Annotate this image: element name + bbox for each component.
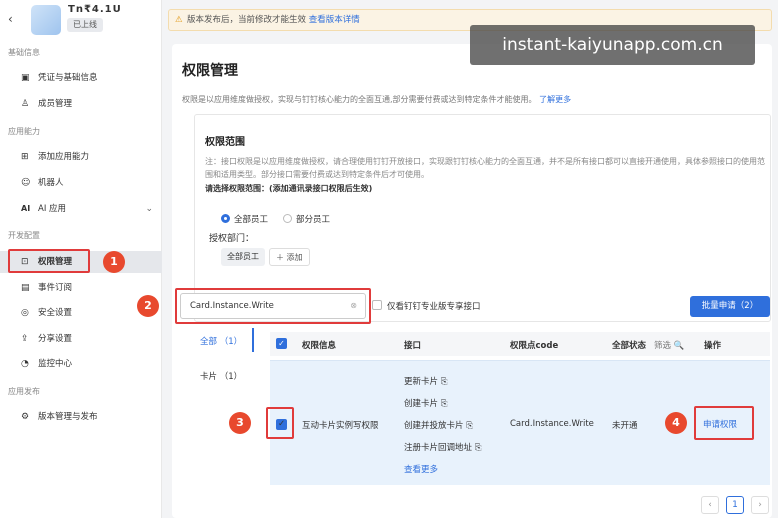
certificate-icon: ▣ (21, 73, 30, 83)
page-title: 权限管理 (182, 63, 238, 79)
sidebar-item-ai-app[interactable]: AI AI 应用 ⌄ (0, 198, 162, 220)
highlight-apply (694, 406, 754, 440)
category-all[interactable]: 全部 （1） (200, 335, 242, 347)
col-status: 全部状态 (612, 341, 647, 351)
sidebar-item-monitor[interactable]: ◔ 监控中心 (0, 353, 162, 375)
robot-icon: ☺ (21, 178, 31, 188)
chevron-down-icon[interactable]: ⌄ (145, 198, 153, 220)
pager-next-button[interactable]: › (751, 496, 769, 514)
section-release: 应用发布 (8, 387, 40, 396)
add-dept-button[interactable]: ＋ 添加 (269, 248, 310, 266)
col-info: 权限信息 (302, 341, 337, 351)
sidebar-item-credentials[interactable]: ▣ 凭证与基础信息 (0, 67, 162, 89)
radio-checked-icon (221, 214, 230, 223)
radio-all-employees[interactable]: 全部员工 (221, 213, 268, 225)
interface-item[interactable]: 注册卡片回调地址 ⎘ (404, 441, 482, 453)
col-interface: 接口 (404, 341, 422, 351)
section-capability: 应用能力 (8, 127, 40, 136)
status-filter[interactable]: 筛选 🔍 (654, 339, 684, 351)
sidebar-item-members[interactable]: ♙ 成员管理 (0, 93, 162, 115)
highlight-search (175, 288, 371, 324)
section-dev-config: 开发配置 (8, 231, 40, 240)
step-badge-1: 1 (103, 251, 125, 273)
interface-item[interactable]: 更新卡片 ⎘ (404, 375, 448, 387)
row-status: 未开通 (612, 421, 638, 431)
app-name: Tn₹4.1U (68, 4, 122, 15)
security-icon: ◎ (21, 308, 29, 318)
banner-link[interactable]: 查看版本详情 (309, 15, 360, 25)
event-icon: ▤ (21, 283, 30, 293)
pro-only-checkbox[interactable]: 仅看钉钉专业版专享接口 (372, 300, 481, 312)
step-badge-2: 2 (137, 295, 159, 317)
share-icon: ⇪ (21, 334, 29, 344)
checkbox-unchecked-icon (372, 300, 382, 310)
step-badge-4: 4 (665, 412, 687, 434)
monitor-icon: ◔ (21, 359, 29, 369)
banner-text: 版本发布后，当前修改才能生效 (187, 15, 307, 25)
row-permission-code: Card.Instance.Write (510, 419, 594, 429)
back-icon[interactable]: ‹ (8, 12, 13, 26)
watermark-overlay: instant-kaiyunapp.com.cn (470, 25, 755, 65)
category-active-indicator (252, 328, 254, 352)
sidebar-item-share[interactable]: ⇪ 分享设置 (0, 328, 162, 350)
pager-page-1[interactable]: 1 (726, 496, 744, 514)
scope-title: 权限范围 (205, 137, 245, 148)
sidebar-item-add-capability[interactable]: ⊞ 添加应用能力 (0, 146, 162, 168)
pager-prev-button[interactable]: ‹ (701, 496, 719, 514)
warning-icon: ⚠ (175, 15, 183, 25)
sidebar-item-robot[interactable]: ☺ 机器人 (0, 172, 162, 194)
add-capability-icon: ⊞ (21, 152, 29, 162)
category-card[interactable]: 卡片 （1） (200, 370, 242, 382)
app-header: ‹ Tn₹4.1U 已上线 (0, 0, 162, 40)
learn-more-link[interactable]: 了解更多 (539, 95, 571, 104)
col-code: 权限点code (510, 341, 559, 351)
step-badge-3: 3 (229, 412, 251, 434)
radio-part-employees[interactable]: 部分员工 (283, 213, 330, 225)
dept-tag: 全部员工 (221, 248, 265, 266)
page-description: 权限是以应用维度做授权，实现与钉钉核心能力的全面互通,部分需要付费或达到特定条件… (182, 95, 572, 104)
radio-unchecked-icon (283, 214, 292, 223)
table-header: ✓ 权限信息 接口 权限点code 全部状态 筛选 🔍 操作 (270, 332, 770, 356)
dept-label: 授权部门： (209, 234, 255, 244)
app-logo (31, 5, 61, 35)
col-op: 操作 (704, 341, 722, 351)
section-basic: 基础信息 (8, 48, 40, 57)
version-icon: ⚙ (21, 412, 30, 422)
select-all-checkbox[interactable]: ✓ (276, 338, 287, 349)
member-icon: ♙ (21, 99, 30, 109)
row-permission-name: 互动卡片实例写权限 (302, 421, 379, 431)
ai-icon: AI (21, 204, 31, 213)
highlight-row-checkbox (266, 407, 294, 439)
sidebar-item-events[interactable]: ▤ 事件订阅 (0, 277, 162, 299)
batch-apply-button[interactable]: 批量申请（2） (690, 296, 770, 317)
highlight-permissions (8, 249, 90, 273)
app-status-badge: 已上线 (67, 18, 103, 32)
scope-select-label: 请选择权限范围：(添加通讯录接口权限后生效) (205, 184, 373, 193)
sidebar-item-versions[interactable]: ⚙ 版本管理与发布 (0, 406, 162, 428)
interface-item[interactable]: 创建并投放卡片 ⎘ (404, 419, 473, 431)
interface-item[interactable]: 创建卡片 ⎘ (404, 397, 448, 409)
view-more-link[interactable]: 查看更多 (404, 463, 438, 475)
scope-note: 注：接口权限是以应用维度做授权，请合理使用钉钉开放接口，实现跟钉钉核心能力的全面… (205, 157, 765, 179)
